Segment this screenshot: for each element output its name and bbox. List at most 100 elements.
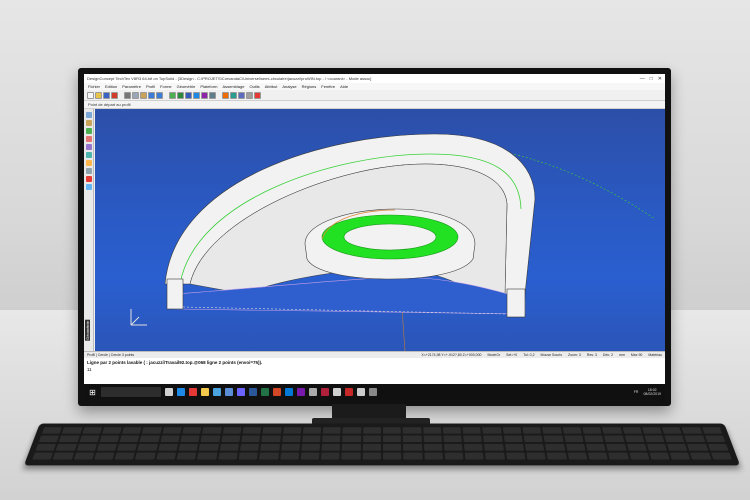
keyboard-key xyxy=(139,435,160,443)
shade-icon[interactable] xyxy=(201,91,208,99)
redo-icon[interactable] xyxy=(156,91,163,99)
taskbar-search-box[interactable] xyxy=(101,387,161,397)
edge-icon[interactable] xyxy=(177,388,185,396)
mail-icon[interactable] xyxy=(225,388,233,396)
vpn-icon[interactable] xyxy=(321,388,329,396)
outlook-icon[interactable] xyxy=(285,388,293,396)
explorer-icon[interactable] xyxy=(201,388,209,396)
keyboard-key xyxy=(482,427,502,434)
status-max[interactable]: Max 90 xyxy=(631,353,642,357)
copy-icon[interactable] xyxy=(132,91,139,99)
left-tool-icon[interactable] xyxy=(85,128,92,134)
menu-item[interactable]: Attribut xyxy=(265,84,278,89)
powerpoint-icon[interactable] xyxy=(273,388,281,396)
keyboard-key xyxy=(505,452,526,460)
keyboard-key xyxy=(443,444,463,451)
menu-item[interactable]: Paramètre xyxy=(122,84,141,89)
onenote-icon[interactable] xyxy=(297,388,305,396)
rotate-icon[interactable] xyxy=(177,91,184,99)
keyboard-key xyxy=(423,444,443,451)
keyboard-key xyxy=(38,435,60,443)
windows-start-icon[interactable]: ⊞ xyxy=(88,388,97,397)
3d-viewport[interactable] xyxy=(95,109,665,351)
keyboard-key xyxy=(687,444,709,451)
settings-icon[interactable] xyxy=(357,388,365,396)
paste-icon[interactable] xyxy=(140,91,147,99)
language-indicator[interactable]: FR xyxy=(634,390,639,394)
app-icon[interactable] xyxy=(369,388,377,396)
pan-icon[interactable] xyxy=(230,91,237,99)
cad-icon[interactable] xyxy=(333,388,341,396)
command-area[interactable]: Ligne par 2 points lavable ( : jacuzzi\T… xyxy=(84,358,665,384)
left-tool-icon[interactable] xyxy=(85,152,92,158)
keyboard-key xyxy=(182,427,202,434)
menu-item[interactable]: Profil xyxy=(146,84,155,89)
menu-item[interactable]: Géométrie xyxy=(177,84,196,89)
status-mouse[interactable]: Mouse Souris xyxy=(541,353,562,357)
grid-icon[interactable] xyxy=(246,91,253,99)
left-tool-icon[interactable] xyxy=(85,112,92,118)
zoom-icon[interactable] xyxy=(169,91,176,99)
command-input[interactable]: 11 xyxy=(87,367,662,372)
menu-item[interactable]: Forme xyxy=(160,84,172,89)
keyboard-key xyxy=(664,435,685,443)
teams-icon[interactable] xyxy=(237,388,245,396)
clock[interactable]: 18:02 08/02/2019 xyxy=(643,388,661,397)
render-icon[interactable] xyxy=(193,91,200,99)
menu-item[interactable]: Assemblage xyxy=(222,84,244,89)
cad2-icon[interactable] xyxy=(345,388,353,396)
left-tool-icon[interactable] xyxy=(85,144,92,150)
menu-item[interactable]: Edition xyxy=(105,84,117,89)
status-res[interactable]: Res: 3 xyxy=(587,353,597,357)
left-tool-icon[interactable] xyxy=(85,168,92,174)
keyboard-key xyxy=(322,435,341,443)
keyboard-key xyxy=(523,435,544,443)
close-button[interactable]: ✕ xyxy=(658,76,662,82)
status-dec[interactable]: Déc: 2 xyxy=(603,353,613,357)
fit-icon[interactable] xyxy=(238,91,245,99)
menu-item[interactable]: Aide xyxy=(340,84,348,89)
layer-icon[interactable] xyxy=(222,91,229,99)
status-mode[interactable]: ModeGr xyxy=(488,353,501,357)
undo-icon[interactable] xyxy=(148,91,155,99)
menu-item[interactable]: Analyse xyxy=(282,84,296,89)
task-view-icon[interactable] xyxy=(165,388,173,396)
keyboard-key xyxy=(99,435,120,443)
left-tool-icon[interactable] xyxy=(85,184,92,190)
excel-icon[interactable] xyxy=(261,388,269,396)
clock-date: 08/02/2019 xyxy=(643,392,661,396)
left-tool-icon[interactable] xyxy=(85,176,92,182)
photos-icon[interactable] xyxy=(309,388,317,396)
delete-icon[interactable] xyxy=(111,91,118,99)
keyboard-key xyxy=(462,427,482,434)
minimize-button[interactable]: — xyxy=(640,76,645,82)
status-zoom[interactable]: Zoom: 3 xyxy=(568,353,581,357)
status-tol[interactable]: Tol: 0,2 xyxy=(523,353,534,357)
left-tool-icon[interactable] xyxy=(85,136,92,142)
keyboard-key xyxy=(362,444,381,451)
save-icon[interactable] xyxy=(103,91,110,99)
status-material[interactable]: Matériau xyxy=(648,353,662,357)
keyboard-key xyxy=(260,444,280,451)
left-tool-icon[interactable] xyxy=(85,120,92,126)
cut-icon[interactable] xyxy=(124,91,131,99)
chrome-icon[interactable] xyxy=(189,388,197,396)
measure-icon[interactable] xyxy=(209,91,216,99)
maximize-button[interactable]: □ xyxy=(650,76,653,82)
keyboard-key xyxy=(442,427,462,434)
status-unit[interactable]: mm xyxy=(619,353,625,357)
new-file-icon[interactable] xyxy=(87,91,94,99)
model-canvas[interactable] xyxy=(95,109,665,351)
menu-item[interactable]: Outils xyxy=(249,84,259,89)
menu-item[interactable]: Fichier xyxy=(88,84,100,89)
word-icon[interactable] xyxy=(249,388,257,396)
vertical-tab-label[interactable]: Géométrie xyxy=(85,320,90,341)
view-icon[interactable] xyxy=(185,91,192,99)
menu-item[interactable]: Plateform xyxy=(200,84,217,89)
menu-item[interactable]: Fenêtre xyxy=(321,84,335,89)
menu-item[interactable]: Régions xyxy=(302,84,317,89)
store-icon[interactable] xyxy=(213,388,221,396)
open-folder-icon[interactable] xyxy=(95,91,102,99)
snap-icon[interactable] xyxy=(254,91,261,99)
left-tool-icon[interactable] xyxy=(85,160,92,166)
